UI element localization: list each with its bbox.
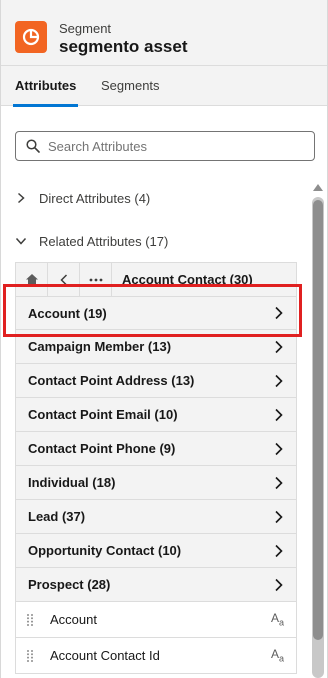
list-item[interactable]: Account (19) xyxy=(15,296,297,330)
search-icon xyxy=(26,139,40,153)
list-item[interactable]: Contact Point Phone (9) xyxy=(15,432,297,466)
chevron-right-icon xyxy=(275,578,283,591)
drag-handle-icon[interactable] xyxy=(26,649,34,663)
attribute-field[interactable]: Account Aa xyxy=(15,602,297,638)
search-input[interactable] xyxy=(48,138,298,154)
more-button[interactable] xyxy=(80,262,112,297)
section-label: Direct Attributes (4) xyxy=(39,190,151,206)
chevron-right-icon xyxy=(275,374,283,387)
attribute-field[interactable]: Account Contact Id Aa xyxy=(15,638,297,674)
segment-panel: Segment segmento asset Attributes Segmen… xyxy=(0,0,328,678)
chevron-right-icon xyxy=(275,408,283,421)
list-item[interactable]: Campaign Member (13) xyxy=(15,330,297,364)
page-title: segmento asset xyxy=(59,37,188,56)
home-icon xyxy=(25,274,38,285)
scrollbar-thumb[interactable] xyxy=(313,200,323,640)
section-related-attributes[interactable]: Related Attributes (17) xyxy=(15,230,168,252)
text-type-icon: Aa xyxy=(270,647,284,664)
chevron-right-icon xyxy=(275,306,283,320)
chevron-right-icon xyxy=(275,442,283,455)
list-item-label: Lead (37) xyxy=(28,509,86,524)
field-label: Account xyxy=(50,612,97,627)
section-label: Related Attributes (17) xyxy=(39,233,169,249)
list-item[interactable]: Lead (37) xyxy=(15,500,297,534)
object-kind: Segment xyxy=(59,21,112,36)
chevron-right-icon xyxy=(275,340,283,353)
section-direct-attributes[interactable]: Direct Attributes (4) xyxy=(15,187,150,209)
more-icon xyxy=(89,278,102,281)
breadcrumb: Account Contact (30) xyxy=(15,262,297,297)
list-item-label: Campaign Member (13) xyxy=(28,339,172,354)
chevron-right-icon xyxy=(275,510,283,523)
list-item-label: Individual (18) xyxy=(28,475,116,490)
list-item[interactable]: Prospect (28) xyxy=(15,568,297,602)
list-item[interactable]: Individual (18) xyxy=(15,466,297,500)
list-item-label: Contact Point Address (13) xyxy=(28,373,195,388)
tab-attributes[interactable]: Attributes xyxy=(12,66,79,107)
tab-bar: Attributes Segments xyxy=(1,66,327,107)
related-object-list: Account (19) Campaign Member (13) Contac… xyxy=(15,296,297,674)
list-item-label: Contact Point Email (10) xyxy=(28,407,178,422)
segment-icon xyxy=(15,21,47,53)
home-button[interactable] xyxy=(16,262,48,297)
scroll-up-icon[interactable] xyxy=(312,182,324,192)
list-item-label: Contact Point Phone (9) xyxy=(28,441,176,456)
back-icon xyxy=(59,273,67,286)
list-item-label: Prospect (28) xyxy=(28,577,111,592)
text-type-icon: Aa xyxy=(270,611,284,628)
field-label: Account Contact Id xyxy=(50,648,160,663)
list-item[interactable]: Opportunity Contact (10) xyxy=(15,534,297,568)
list-item-label: Opportunity Contact (10) xyxy=(28,543,182,558)
list-item-label: Account (19) xyxy=(28,305,107,321)
panel-header: Segment segmento asset xyxy=(1,0,327,66)
chevron-right-icon xyxy=(275,544,283,557)
breadcrumb-title: Account Contact (30) xyxy=(122,272,253,287)
chevron-right-icon xyxy=(17,192,25,204)
back-button[interactable] xyxy=(48,262,80,297)
tab-segments[interactable]: Segments xyxy=(101,66,160,106)
list-item[interactable]: Contact Point Email (10) xyxy=(15,398,297,432)
search-box[interactable] xyxy=(15,131,315,161)
chevron-right-icon xyxy=(275,476,283,489)
chevron-down-icon xyxy=(15,237,27,245)
drag-handle-icon[interactable] xyxy=(26,613,34,627)
list-item[interactable]: Contact Point Address (13) xyxy=(15,364,297,398)
